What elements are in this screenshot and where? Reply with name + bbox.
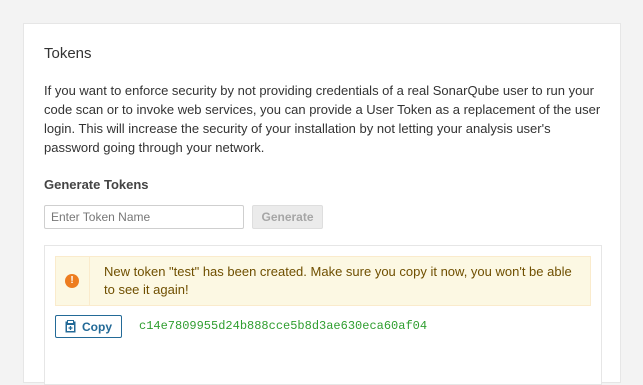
- new-token-box: ! New token "test" has been created. Mak…: [44, 245, 602, 385]
- alert-message: New token "test" has been created. Make …: [104, 264, 572, 297]
- tokens-panel: Tokens If you want to enforce security b…: [23, 23, 621, 385]
- alert-icon-area: !: [56, 257, 90, 305]
- copy-button[interactable]: Copy: [55, 315, 122, 338]
- generate-button[interactable]: Generate: [252, 205, 323, 229]
- warning-alert: ! New token "test" has been created. Mak…: [55, 256, 591, 306]
- tokens-description: If you want to enforce security by not p…: [44, 83, 601, 155]
- generate-tokens-heading: Generate Tokens: [44, 177, 149, 192]
- copy-label: Copy: [82, 319, 112, 334]
- exclamation-circle-icon: !: [65, 274, 79, 288]
- panel-title: Tokens: [44, 45, 92, 62]
- token-value: c14e7809955d24b888cce5b8d3ae630eca60af04: [139, 319, 428, 333]
- clipboard-icon: [65, 320, 76, 333]
- token-name-input[interactable]: [44, 205, 244, 229]
